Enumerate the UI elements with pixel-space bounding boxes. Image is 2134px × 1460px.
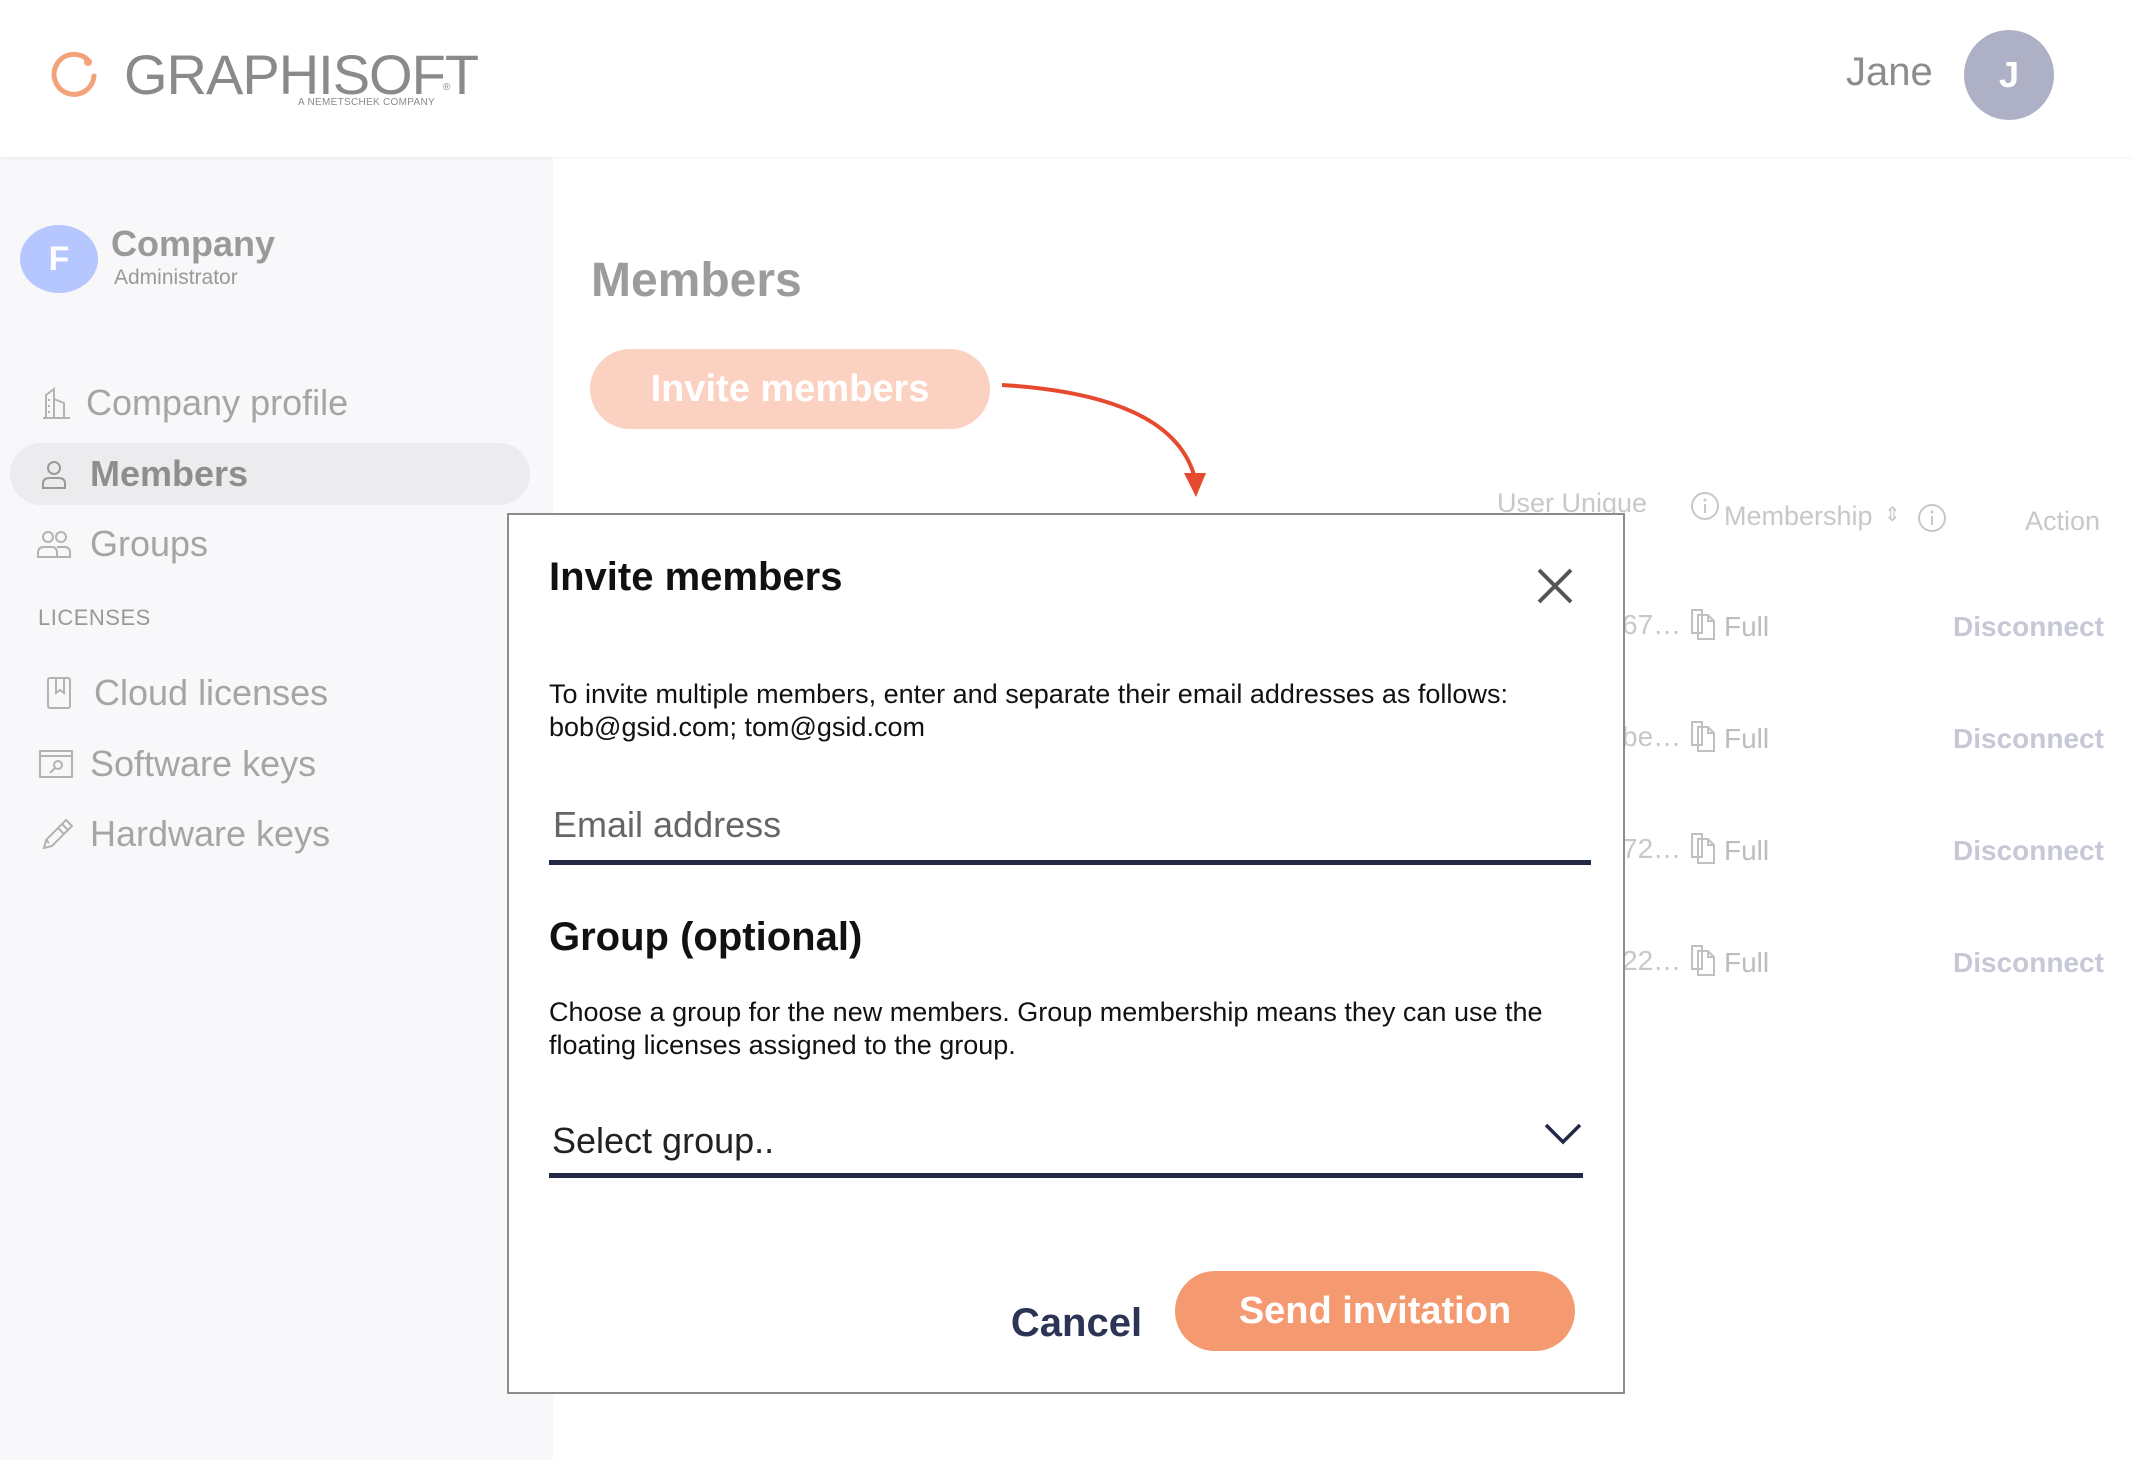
info-icon[interactable] xyxy=(1690,491,1720,521)
row-user-id: be… xyxy=(1622,721,1682,752)
column-header-action: Action xyxy=(2025,506,2101,536)
cancel-button[interactable]: Cancel xyxy=(969,1283,1184,1363)
top-header: GRAPHISOFT ® A NEMETSCHEK COMPANY Jane J xyxy=(0,0,2134,157)
row-user-id: 67… xyxy=(1622,609,1682,640)
sort-icon[interactable]: ⇕ xyxy=(1884,502,1901,527)
building-icon xyxy=(43,387,70,419)
group-section-title: Group (optional) xyxy=(549,915,863,959)
sidebar-item-label: Cloud licenses xyxy=(94,672,329,713)
sidebar-item-cloud-licenses[interactable]: Cloud licenses xyxy=(10,662,530,724)
disconnect-button[interactable]: Disconnect xyxy=(1953,723,2104,755)
company-avatar: F xyxy=(20,225,98,293)
dialog-title: Invite members xyxy=(549,555,843,599)
column-header-membership[interactable]: Membership xyxy=(1724,501,1873,532)
disconnect-button[interactable]: Disconnect xyxy=(1953,947,2104,979)
registered-mark: ® xyxy=(443,82,451,93)
chevron-down-icon xyxy=(1544,1123,1582,1145)
row-membership: Full xyxy=(1724,947,1770,978)
copy-icon[interactable] xyxy=(1688,831,1722,865)
send-invitation-button[interactable]: Send invitation xyxy=(1175,1271,1575,1351)
graphisoft-logo-icon xyxy=(51,51,97,97)
annotation-arrow-icon xyxy=(1001,383,1206,497)
sidebar-item-label: Software keys xyxy=(90,743,317,784)
user-name[interactable]: Jane xyxy=(1846,50,1933,95)
disconnect-button[interactable]: Disconnect xyxy=(1953,611,2104,643)
software-key-icon xyxy=(39,750,73,778)
close-icon[interactable] xyxy=(1534,565,1576,607)
invite-members-button[interactable]: Invite members xyxy=(590,349,990,429)
company-role: Administrator xyxy=(114,266,238,289)
sidebar-item-company-profile[interactable]: Company profile xyxy=(10,372,530,434)
group-select-value: Select group.. xyxy=(552,1120,775,1161)
group-select[interactable]: Select group.. xyxy=(549,1105,1583,1178)
hardware-key-icon xyxy=(42,818,74,850)
email-field[interactable] xyxy=(549,790,1591,865)
row-user-id: 72… xyxy=(1622,833,1682,864)
row-membership: Full xyxy=(1724,723,1770,754)
users-icon xyxy=(37,531,71,558)
row-user-id: 22… xyxy=(1622,945,1682,976)
row-membership: Full xyxy=(1724,835,1770,866)
licenses-heading: LICENSES xyxy=(38,605,151,630)
sidebar-item-groups[interactable]: Groups xyxy=(10,513,530,575)
page-title: Members xyxy=(591,254,802,307)
company-name: Company xyxy=(111,223,276,264)
user-avatar[interactable]: J xyxy=(1964,30,2054,120)
copy-icon[interactable] xyxy=(1688,607,1722,641)
info-icon[interactable] xyxy=(1917,503,1947,533)
invite-members-dialog: Invite members To invite multiple member… xyxy=(507,513,1625,1394)
cloud-license-icon xyxy=(47,677,71,709)
sidebar-item-label: Groups xyxy=(90,523,209,564)
sidebar-item-label: Company profile xyxy=(86,382,349,423)
sidebar-item-software-keys[interactable]: Software keys xyxy=(10,733,530,795)
dialog-instructions: To invite multiple members, enter and se… xyxy=(549,679,1508,742)
sidebar-item-label: Hardware keys xyxy=(90,813,331,854)
sidebar-item-label: Members xyxy=(90,453,249,494)
group-description: Choose a group for the new members. Grou… xyxy=(549,997,1543,1060)
sidebar-item-hardware-keys[interactable]: Hardware keys xyxy=(10,803,530,865)
sidebar-item-members[interactable]: Members xyxy=(10,443,530,505)
user-icon xyxy=(42,461,66,489)
row-membership: Full xyxy=(1724,611,1770,642)
disconnect-button[interactable]: Disconnect xyxy=(1953,835,2104,867)
brand-tagline: A NEMETSCHEK COMPANY xyxy=(298,97,435,108)
copy-icon[interactable] xyxy=(1688,943,1722,977)
copy-icon[interactable] xyxy=(1688,719,1722,753)
